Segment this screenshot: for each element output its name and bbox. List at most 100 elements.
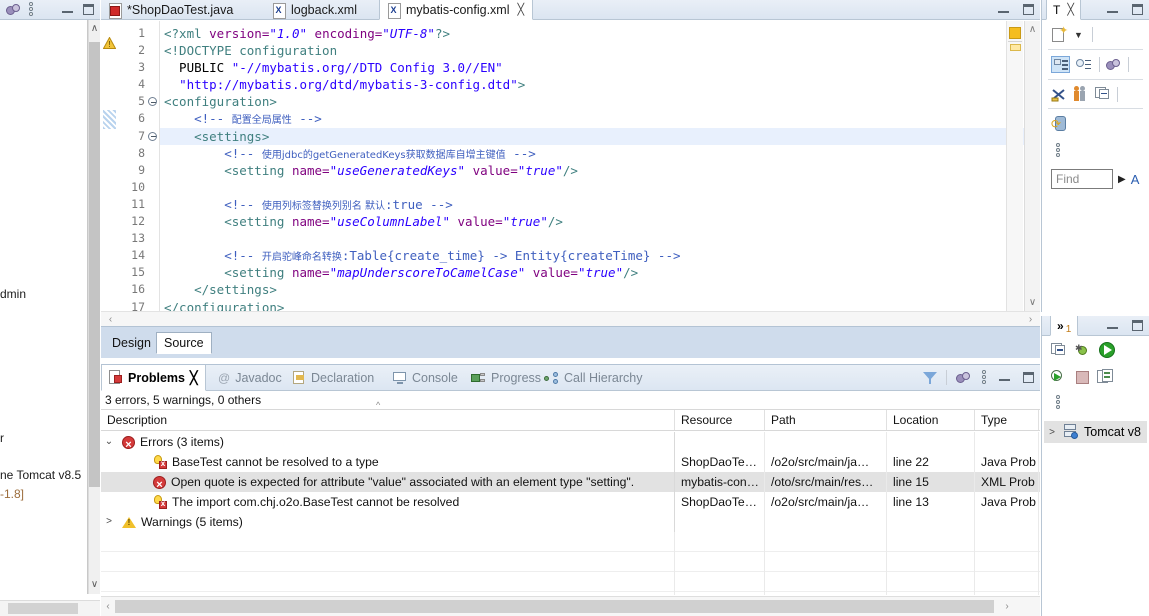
cell-location[interactable]: line 13 [887,492,975,512]
column-header-location[interactable]: Location [887,410,975,430]
code-line[interactable]: <setting name="useColumnLabel" value="tr… [160,213,1040,230]
filter-icon[interactable] [923,371,937,385]
expand-twisty-icon[interactable]: > [1046,427,1058,438]
minimize-view-button[interactable] [1105,319,1120,332]
column-header-type[interactable]: Type [975,410,1039,430]
expand-twisty-icon[interactable]: > [101,512,117,532]
publish-icon[interactable] [1097,369,1114,385]
chevron-down-icon[interactable]: ▼ [1074,30,1083,40]
editor-vscrollbar[interactable]: ∧ ∨ [1024,21,1040,311]
column-header-description[interactable]: Description [101,410,675,430]
scroll-left-icon[interactable]: ‹ [103,312,118,327]
code-line[interactable]: </settings> [160,281,1040,298]
minimize-editor-button[interactable] [996,3,1011,16]
cell-description[interactable]: Open quote is expected for attribute "va… [101,472,675,492]
cell-location[interactable]: line 15 [887,472,975,492]
maximize-view-button[interactable] [1130,319,1145,332]
tab-source[interactable]: Source [156,332,212,354]
code-line[interactable]: <setting name="mapUnderscoreToCamelCase"… [160,264,1040,281]
close-icon[interactable]: ╳ [190,370,198,385]
package-explorer-tree[interactable]: dmin r ne Tomcat v8.5 -1.8] [0,20,88,594]
cell-resource[interactable] [675,512,765,532]
editor-tab-logback[interactable]: logback.xml [265,0,365,20]
cell-location[interactable] [887,432,975,452]
link-editor-icon[interactable]: ⟳ [1051,115,1069,133]
scroll-left-icon[interactable]: ‹ [101,597,115,616]
link-package-icon[interactable] [6,3,22,17]
maximize-view-button[interactable] [1130,3,1145,16]
sort-tree-icon[interactable] [1051,56,1070,73]
tab-design[interactable]: Design [105,333,158,353]
tab-servers[interactable]: » 1 [1050,316,1079,336]
problems-table[interactable]: ⌄ Errors (3 items) BaseTest cannot be reso… [101,432,1040,595]
collapse-all-icon[interactable] [1095,86,1111,102]
problems-hscrollbar[interactable]: ‹ › [101,596,1040,616]
code-line[interactable]: </configuration> [160,299,1040,312]
close-icon[interactable]: ╳ [518,3,525,16]
tab-outline[interactable]: T ╳ [1046,0,1081,20]
scroll-thumb[interactable] [89,42,100,487]
code-line[interactable]: <?xml version="1.0" encoding="UTF-8"?> [160,25,1040,42]
cell-path[interactable]: /o2o/src/main/ja… [765,492,887,512]
scroll-right-icon[interactable]: › [1023,312,1038,327]
expand-twisty-icon[interactable]: ⌄ [101,432,117,452]
code-line[interactable]: <settings> [160,127,1040,145]
cell-resource[interactable] [675,432,765,452]
editor-hscrollbar[interactable]: ‹ › [101,311,1040,326]
editor-marker-gutter[interactable]: ! [101,21,119,311]
folding-gutter[interactable] [147,21,159,311]
code-line[interactable]: <!-- 配置全局属性 --> [160,110,1040,127]
overview-warning-marker[interactable] [1010,44,1021,51]
profile-icon[interactable] [1051,369,1068,385]
code-line[interactable]: PUBLIC "-//mybatis.org//DTD Config 3.0//… [160,59,1040,76]
find-options-icon[interactable]: A [1131,172,1140,187]
column-header-path[interactable]: Path [765,410,887,430]
new-menu-icon[interactable]: ✦ [1051,26,1068,43]
view-menu-icon[interactable] [1055,143,1062,158]
cell-path[interactable] [765,432,887,452]
cell-description[interactable]: > Warnings (5 items) [101,512,675,532]
code-line[interactable]: <!-- 使用列标签替换列别名 默认:true --> [160,196,1040,213]
tab-problems[interactable]: Problems ╳ [101,365,206,391]
table-row[interactable]: > Warnings (5 items) [101,512,1040,532]
cell-resource[interactable]: ShopDaoTe… [675,452,765,472]
group-by-icon[interactable] [956,371,972,385]
editor-overview-ruler[interactable] [1006,21,1023,311]
stop-icon[interactable] [1076,370,1089,384]
scroll-thumb[interactable] [8,603,78,614]
fold-toggle-icon[interactable] [148,97,157,107]
cell-path[interactable]: /o2o/src/main/ja… [765,452,887,472]
minimize-view-button[interactable] [60,3,75,16]
cell-description[interactable]: BaseTest cannot be resolved to a type [101,452,675,472]
code-line[interactable] [160,230,1040,247]
view-menu-icon[interactable] [28,2,35,17]
scroll-up-icon[interactable]: ∧ [89,22,100,36]
view-menu-icon[interactable] [981,370,988,385]
package-explorer-hscrollbar[interactable] [0,600,100,616]
collapse-all-icon[interactable] [1051,343,1067,358]
cell-resource[interactable]: ShopDaoTe… [675,492,765,512]
hide-fields-icon[interactable] [1051,87,1067,102]
overflow-chevron-icon[interactable]: » [1057,319,1064,333]
code-line[interactable]: <!-- 开启驼峰命名转换:Table{create_time} -> Enti… [160,247,1040,264]
editor-tab-mybatis-config[interactable]: mybatis-config.xml ╳ [379,0,534,20]
tab-call-hierarchy[interactable]: Call Hierarchy [537,365,650,391]
scroll-down-icon[interactable]: ∨ [89,578,100,592]
start-icon[interactable] [1099,342,1116,359]
tab-javadoc[interactable]: @ Javadoc [211,365,289,391]
warning-marker-icon[interactable]: ! [103,37,116,49]
find-next-icon[interactable]: ▶ [1118,174,1126,185]
cell-description[interactable]: ⌄ Errors (3 items) [101,432,675,452]
debug-icon[interactable]: ✱ [1075,343,1091,359]
table-row[interactable]: BaseTest cannot be resolved to a type Sho… [101,452,1040,472]
history-tree-icon[interactable] [1076,57,1093,73]
cell-resource[interactable]: mybatis-con… [675,472,765,492]
cell-location[interactable] [887,512,975,532]
server-list-item[interactable]: > Tomcat v8 [1044,421,1147,443]
tab-console[interactable]: Console [386,365,465,391]
filter-members-icon[interactable] [1106,58,1122,72]
minimize-view-button[interactable] [1105,3,1120,16]
maximize-view-button[interactable] [1021,371,1036,384]
code-line[interactable]: <setting name="useGeneratedKeys" value="… [160,162,1040,179]
scroll-down-icon[interactable]: ∨ [1025,295,1040,310]
